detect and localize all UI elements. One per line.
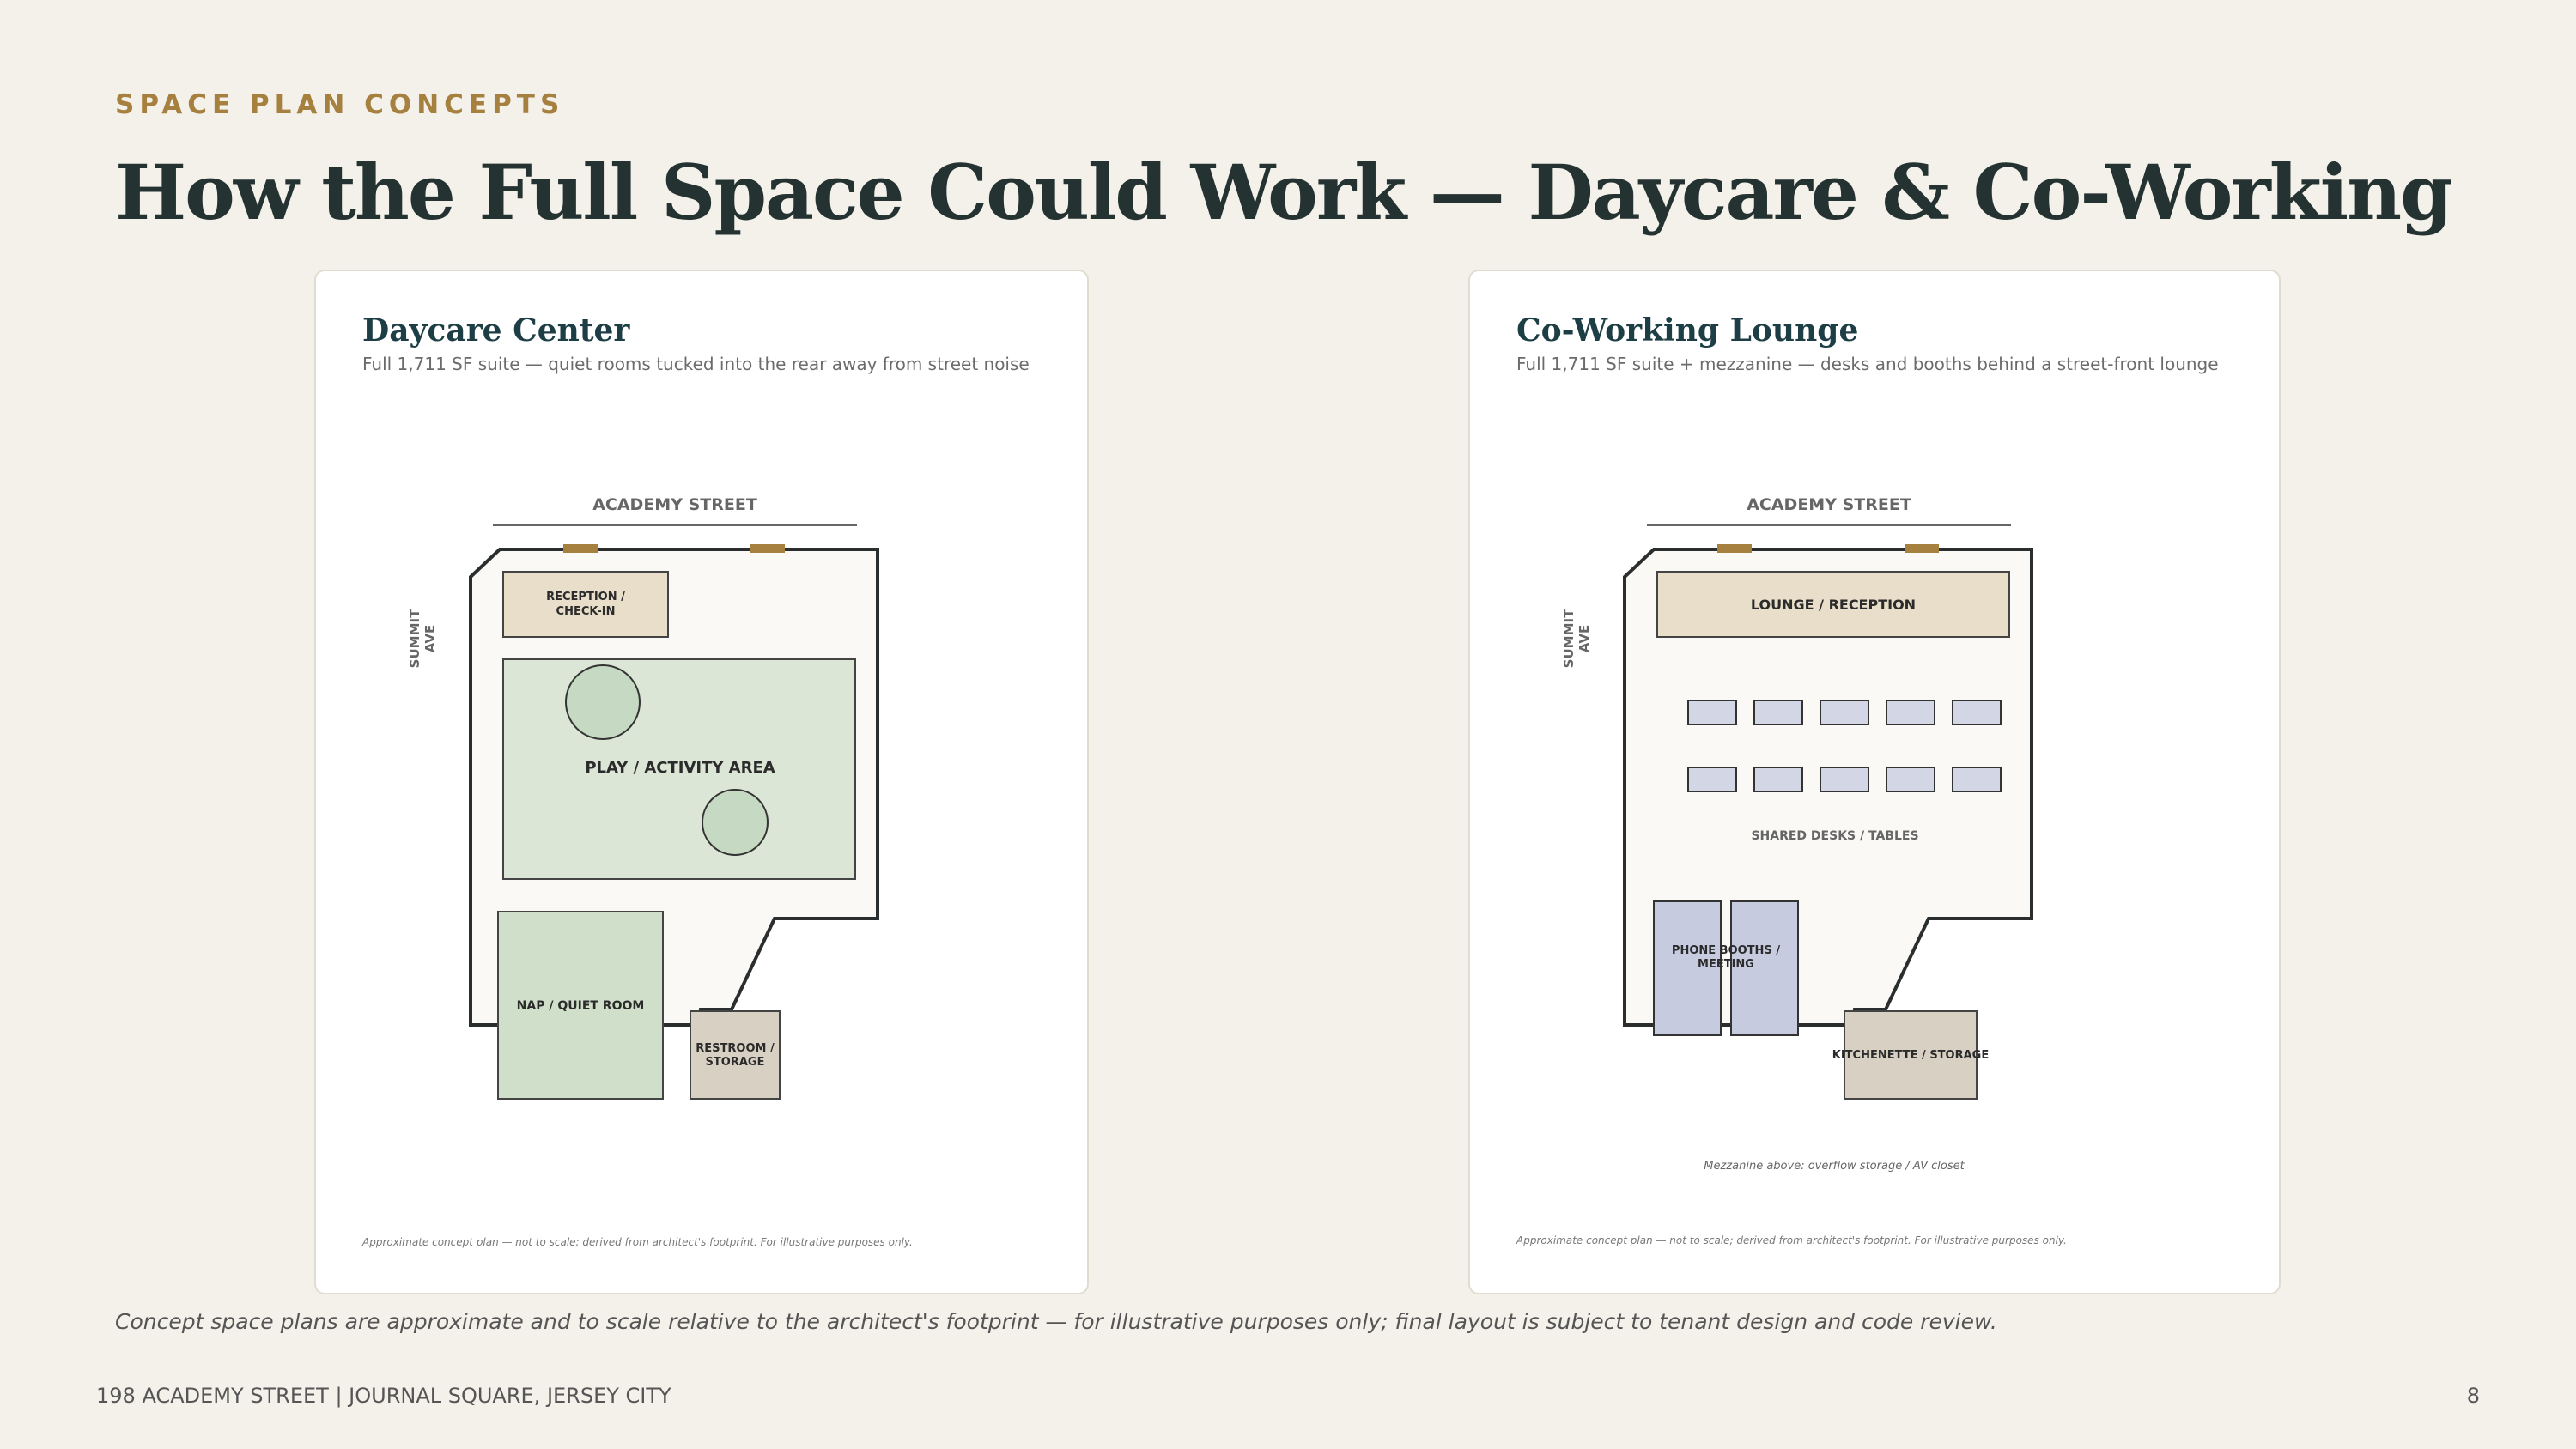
svg-text:RESTROOM /: RESTROOM / (696, 1042, 775, 1055)
desk (1886, 700, 1935, 725)
slide-caption: Concept space plans are approximate and … (115, 1309, 1997, 1334)
svg-text:PLAY / ACTIVITY AREA: PLAY / ACTIVITY AREA (585, 759, 775, 777)
svg-text:STORAGE: STORAGE (706, 1056, 765, 1069)
desk (1886, 767, 1935, 792)
page-number: 8 (2466, 1384, 2480, 1408)
room-play-area: PLAY / ACTIVITY AREA (502, 658, 856, 880)
svg-text:PHONE BOOTHS /: PHONE BOOTHS / (1672, 944, 1780, 957)
desk (1687, 700, 1737, 725)
coworking-disclaimer: Approximate concept plan — not to scale;… (1516, 1234, 2067, 1246)
daycare-street-top-label: ACADEMY STREET (592, 495, 757, 514)
svg-text:NAP / QUIET ROOM: NAP / QUIET ROOM (517, 999, 645, 1013)
desk (1820, 767, 1869, 792)
section-eyebrow: SPACE PLAN CONCEPTS (115, 89, 565, 120)
svg-text:SHARED DESKS / TABLES: SHARED DESKS / TABLES (1751, 829, 1918, 843)
coworking-floor-plan: ACADEMY STREET SUMMIT AVE LOUNGE / RECEP… (1561, 495, 2033, 1173)
svg-text:LOUNGE / RECEPTION: LOUNGE / RECEPTION (1751, 597, 1916, 613)
coworking-street-top-label: ACADEMY STREET (1747, 495, 1911, 514)
daycare-floor-plan: ACADEMY STREET SUMMIT AVE RECEPTION / CH… (407, 495, 879, 1100)
play-circle (702, 789, 769, 856)
play-circle (565, 664, 641, 740)
svg-text:SUMMIT: SUMMIT (1561, 609, 1577, 668)
door-marker (1905, 544, 1939, 553)
door-marker (750, 544, 785, 553)
desk (1952, 767, 2002, 792)
svg-text:CHECK-IN: CHECK-IN (556, 605, 616, 618)
room-lounge: LOUNGE / RECEPTION (1656, 571, 2010, 638)
room-reception: RECEPTION / CHECK-IN (502, 571, 669, 638)
svg-text:MEETING: MEETING (1698, 958, 1754, 971)
svg-text:AVE: AVE (422, 625, 438, 652)
svg-text:AVE: AVE (1577, 625, 1592, 652)
desk (1753, 767, 1803, 792)
desk (1820, 700, 1869, 725)
svg-text:RECEPTION /: RECEPTION / (546, 591, 625, 603)
coworking-card: Co-Working Lounge Full 1,711 SF suite + … (1468, 270, 2281, 1294)
page-title: How the Full Space Could Work — Daycare … (115, 148, 2453, 237)
daycare-disclaimer: Approximate concept plan — not to scale;… (362, 1236, 913, 1248)
desk (1952, 700, 2002, 725)
door-marker (563, 544, 598, 553)
desk (1687, 767, 1737, 792)
room-kitchenette: KITCHENETTE / STORAGE (1832, 1010, 1989, 1100)
mezzanine-note: Mezzanine above: overflow storage / AV c… (1704, 1160, 1965, 1173)
room-restroom: RESTROOM / STORAGE (690, 1010, 781, 1100)
door-marker (1717, 544, 1752, 553)
desk (1753, 700, 1803, 725)
svg-text:SUMMIT: SUMMIT (407, 609, 422, 668)
daycare-card: Daycare Center Full 1,711 SF suite — qui… (314, 270, 1089, 1294)
coworking-side-street-label: SUMMIT AVE (1561, 609, 1592, 668)
svg-text:KITCHENETTE / STORAGE: KITCHENETTE / STORAGE (1832, 1049, 1989, 1062)
footer-address: 198 ACADEMY STREET | JOURNAL SQUARE, JER… (96, 1384, 671, 1408)
daycare-side-street-label: SUMMIT AVE (407, 609, 438, 668)
room-nap: NAP / QUIET ROOM (497, 911, 664, 1100)
